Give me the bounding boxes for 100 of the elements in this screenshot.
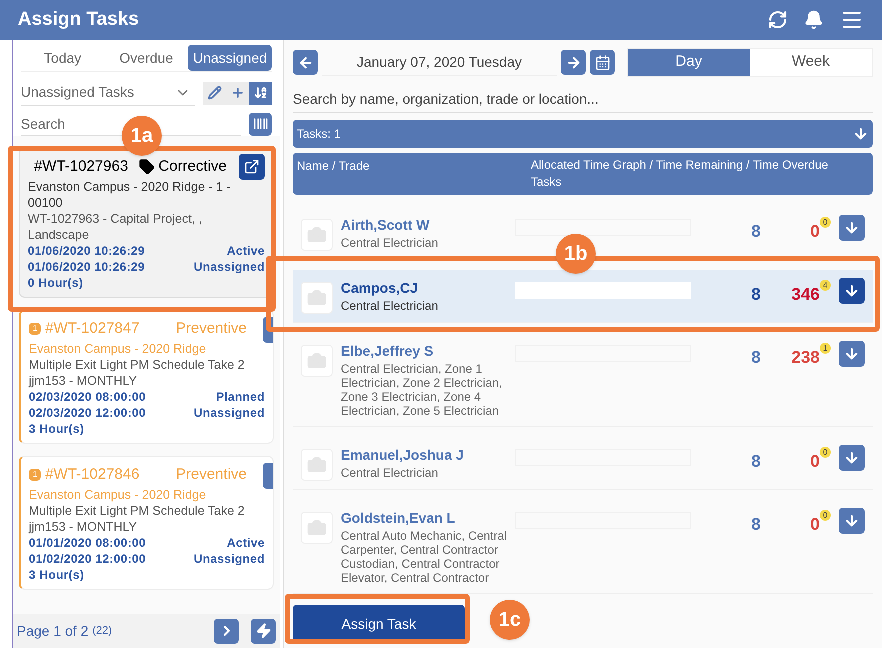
down-arrow-icon: [844, 220, 860, 236]
filter-tab[interactable]: Overdue: [104, 45, 188, 71]
result-count: (22): [92, 624, 112, 639]
pencil-icon: [208, 86, 222, 100]
list-dropdown[interactable]: Unassigned Tasks: [21, 80, 195, 106]
worker-search-field[interactable]: Search by name, organization, trade or location...: [293, 85, 873, 113]
time-remaining: 8: [752, 347, 761, 369]
barcode-button[interactable]: [249, 112, 272, 136]
assign-down-button[interactable]: [839, 278, 865, 304]
task-description: Multiple Exit Light PM Schedule Take 2 jjm153 - MONTHLY: [29, 503, 246, 535]
add-button[interactable]: [226, 82, 249, 104]
worker-name[interactable]: Elbe,Jeffrey S: [341, 341, 513, 362]
time-overdue: 0: [810, 221, 820, 243]
task-description: Multiple Exit Light PM Schedule Take 2 jjm153 - MONTHLY: [29, 357, 246, 389]
column-header: Allocated Time Graph / Time Remaining / Time Overdue Tasks: [531, 157, 830, 191]
overdue-count: 1: [820, 343, 831, 354]
task-number: #WT-1027846: [45, 464, 140, 485]
quick-action-button[interactable]: [251, 618, 276, 644]
task-description: WT-1027963 - Capital Project, , Landscape: [28, 211, 204, 243]
time-remaining: 8: [752, 221, 761, 243]
down-arrow-icon: [844, 450, 860, 466]
end-time: 01/06/2020 10:26:29: [28, 259, 146, 275]
calendar-icon: [594, 54, 610, 70]
time-remaining: 8: [752, 451, 761, 473]
assign-down-button[interactable]: [839, 445, 865, 471]
task-number: #WT-1027963: [34, 156, 128, 177]
start-time: 02/03/2020 08:00:00: [29, 389, 146, 405]
end-time: 02/03/2020 12:00:00: [29, 405, 146, 421]
task-location: Evanston Campus - 2020 Ridge: [29, 487, 208, 503]
assign-down-button[interactable]: [839, 508, 865, 534]
overdue-count: 0: [820, 447, 831, 458]
assignment-status: Unassigned: [194, 405, 265, 421]
open-button[interactable]: [239, 154, 265, 180]
date-field[interactable]: January 07, 2020 Tuesday: [322, 50, 557, 76]
tag-icon: [138, 159, 155, 175]
time-remaining: 8: [752, 514, 761, 536]
down-arrow-icon: [844, 513, 860, 529]
task-type: Preventive: [176, 464, 247, 485]
refresh-icon[interactable]: [768, 10, 788, 30]
camera-icon: [307, 225, 327, 245]
edit-button[interactable]: [203, 82, 226, 104]
assignment-status: Unassigned: [194, 259, 265, 275]
end-time: 01/02/2020 12:00:00: [29, 551, 146, 567]
external-link-icon: [244, 159, 260, 175]
overdue-count: 0: [820, 217, 831, 228]
task-card[interactable]: #WT-1027963 Corrective Evanston Campus - 2020 Ridge - 1 - 00100 WT-1027963 - Capital Project, , Landscape 01/06/2020 10:26:29 Active 01/06/2020 10:26:29 Unassigned 0 Hour(s): [19, 148, 274, 298]
overdue-count: 4: [820, 280, 831, 291]
assign-down-button[interactable]: [839, 341, 865, 367]
worker-trade: Central Electrician, Zone 1 Electrician, Zone 2 Electrician, Zone 3 Electrician, Zone 4 Electrician, Zone 5 Electrician: [341, 362, 504, 418]
previous-day-button[interactable]: [293, 50, 318, 75]
camera-icon: [307, 288, 327, 308]
camera-icon: [307, 518, 327, 538]
priority-tag: 1: [29, 323, 42, 335]
assign-down-button[interactable]: [839, 215, 865, 241]
worker-name[interactable]: Campos,CJ: [341, 278, 513, 299]
left-arrow-icon: [298, 54, 314, 70]
start-time: 01/06/2020 10:26:29: [28, 243, 146, 259]
worker-name[interactable]: Emanuel,Joshua J: [341, 445, 513, 466]
task-duration: 3 Hour(s): [29, 421, 86, 437]
task-status: Active: [227, 535, 265, 551]
task-status: Active: [227, 243, 265, 259]
app-title: Assign Tasks: [18, 8, 140, 32]
assignment-status: Unassigned: [194, 551, 265, 567]
barcode-icon: [252, 116, 268, 132]
task-status: Planned: [216, 389, 265, 405]
time-overdue: 346: [792, 284, 820, 306]
bell-icon[interactable]: [804, 10, 824, 30]
task-location: Evanston Campus - 2020 Ridge - 1 - 00100: [28, 179, 232, 211]
camera-icon: [307, 455, 327, 475]
view-tab[interactable]: Week: [750, 49, 872, 76]
camera-icon: [307, 351, 327, 371]
column-header: Name / Trade: [297, 158, 371, 175]
next-page-button[interactable]: [214, 618, 239, 644]
tasks-bar[interactable]: Tasks: 1: [293, 120, 873, 148]
task-card[interactable]: 1 #WT-1027846 Preventive Evanston Campus - 2020 Ridge Multiple Exit Light PM Schedule Take 2 jjm153 - MONTHLY 01/01/2020 08:00:00 Active 01/02/2020 12:00:00 Unassigned 3 Hour(s): [19, 456, 274, 590]
filter-tab[interactable]: Unassigned: [188, 45, 272, 71]
task-type: Preventive: [176, 318, 247, 339]
task-duration: 3 Hour(s): [29, 567, 86, 583]
priority-tag: 1: [29, 469, 42, 481]
time-overdue: 238: [792, 347, 820, 369]
task-card[interactable]: 1 #WT-1027847 Preventive Evanston Campus - 2020 Ridge Multiple Exit Light PM Schedule Take 2 jjm153 - MONTHLY 02/03/2020 08:00:00 Planned 02/03/2020 12:00:00 Unassigned 3 Hour(s): [19, 310, 274, 444]
worker-name[interactable]: Goldstein,Evan L: [341, 508, 513, 529]
worker-trade: Central Electrician: [341, 236, 440, 250]
sort-button[interactable]: [249, 82, 272, 104]
worker-trade: Central Electrician: [341, 466, 440, 480]
worker-trade: Central Electrician: [341, 299, 440, 313]
task-duration: 0 Hour(s): [28, 275, 84, 291]
tasks-count: Tasks: 1: [297, 126, 342, 143]
down-arrow-icon: [844, 283, 860, 299]
calendar-button[interactable]: [590, 50, 615, 75]
time-overdue: 0: [810, 451, 820, 473]
filter-tab[interactable]: Today: [21, 45, 105, 71]
task-number: #WT-1027847: [45, 318, 140, 339]
down-arrow-icon: [853, 126, 869, 142]
plus-icon: [230, 86, 244, 100]
view-tab[interactable]: Day: [628, 49, 750, 76]
start-time: 01/01/2020 08:00:00: [29, 535, 146, 551]
worker-name[interactable]: Airth,Scott W: [341, 215, 513, 236]
next-day-button[interactable]: [561, 50, 586, 75]
page-indicator: Page 1 of 2: [17, 622, 89, 641]
